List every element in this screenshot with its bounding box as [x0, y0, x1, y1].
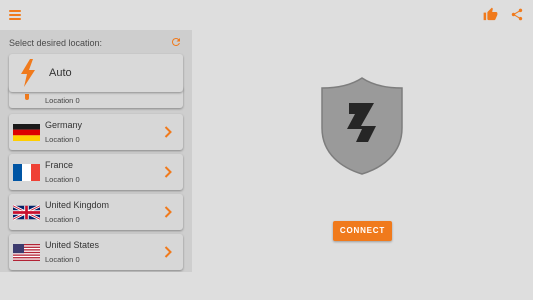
lightning-bolt-icon — [21, 59, 35, 87]
location-item-united-states[interactable]: United States Location 0 — [9, 234, 183, 270]
location-item-france[interactable]: France Location 0 — [9, 154, 183, 190]
location-name: France — [45, 160, 74, 170]
chevron-right-icon — [164, 246, 172, 258]
germany-flag-icon — [13, 124, 40, 141]
top-app-bar — [0, 0, 533, 30]
uk-flag-icon — [13, 204, 40, 221]
location-subtitle: Location 0 — [45, 175, 80, 184]
location-name: United Kingdom — [45, 200, 110, 210]
france-flag-icon — [13, 164, 40, 181]
location-name: Germany — [45, 120, 83, 130]
panel-title: Select desired location: — [9, 38, 103, 48]
thumbs-up-icon[interactable] — [483, 7, 498, 22]
location-subtitle: Location 0 — [45, 135, 80, 144]
hamburger-menu-icon[interactable] — [9, 10, 21, 20]
location-subtitle: Location 0 — [45, 96, 80, 105]
connect-button[interactable]: CONNECT — [333, 221, 392, 241]
us-flag-icon — [13, 244, 40, 261]
lightning-bolt-icon — [25, 94, 29, 100]
chevron-right-icon — [164, 206, 172, 218]
location-item-united-kingdom[interactable]: United Kingdom Location 0 — [9, 194, 183, 230]
shield-bolt-icon — [321, 77, 403, 175]
location-subtitle: Location 0 — [45, 255, 80, 264]
location-name: United States — [45, 240, 100, 250]
location-panel: Select desired location: Location 0 Auto… — [0, 30, 192, 272]
location-item-germany[interactable]: Germany Location 0 — [9, 114, 183, 150]
auto-label: Auto — [49, 67, 72, 79]
auto-location-card[interactable]: Auto — [9, 54, 183, 92]
location-subtitle: Location 0 — [45, 215, 80, 224]
share-icon[interactable] — [510, 7, 524, 22]
chevron-right-icon — [164, 126, 172, 138]
refresh-icon[interactable] — [170, 36, 182, 48]
chevron-right-icon — [164, 166, 172, 178]
